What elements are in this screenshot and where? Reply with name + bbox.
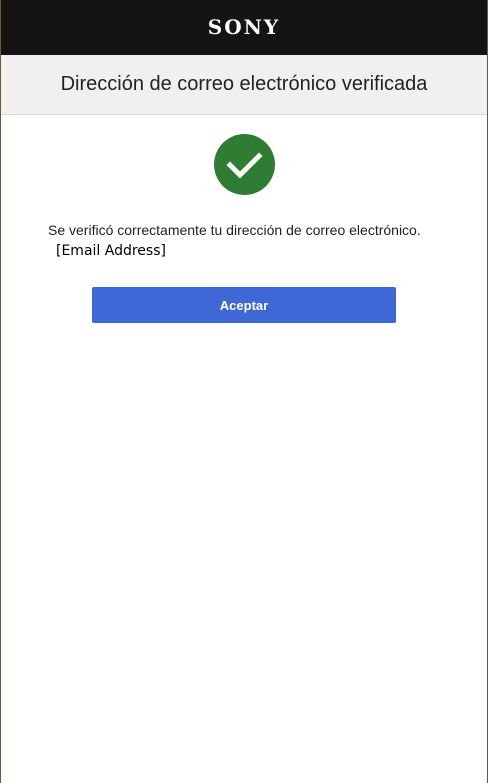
page-frame: SONY Dirección de correo electrónico ver… — [0, 0, 488, 783]
accept-button[interactable]: Aceptar — [92, 287, 396, 323]
verification-message: Se verificó correctamente tu dirección d… — [48, 222, 421, 238]
top-bar: SONY — [1, 0, 487, 55]
check-circle-svg — [214, 134, 275, 195]
page-title: Dirección de correo electrónico verifica… — [60, 73, 428, 95]
email-address: [Email Address] — [56, 243, 166, 259]
check-circle-icon — [214, 134, 275, 195]
sony-logo: SONY — [207, 14, 281, 39]
title-band: Dirección de correo electrónico verifica… — [1, 55, 487, 115]
check-circle-background — [214, 134, 275, 195]
